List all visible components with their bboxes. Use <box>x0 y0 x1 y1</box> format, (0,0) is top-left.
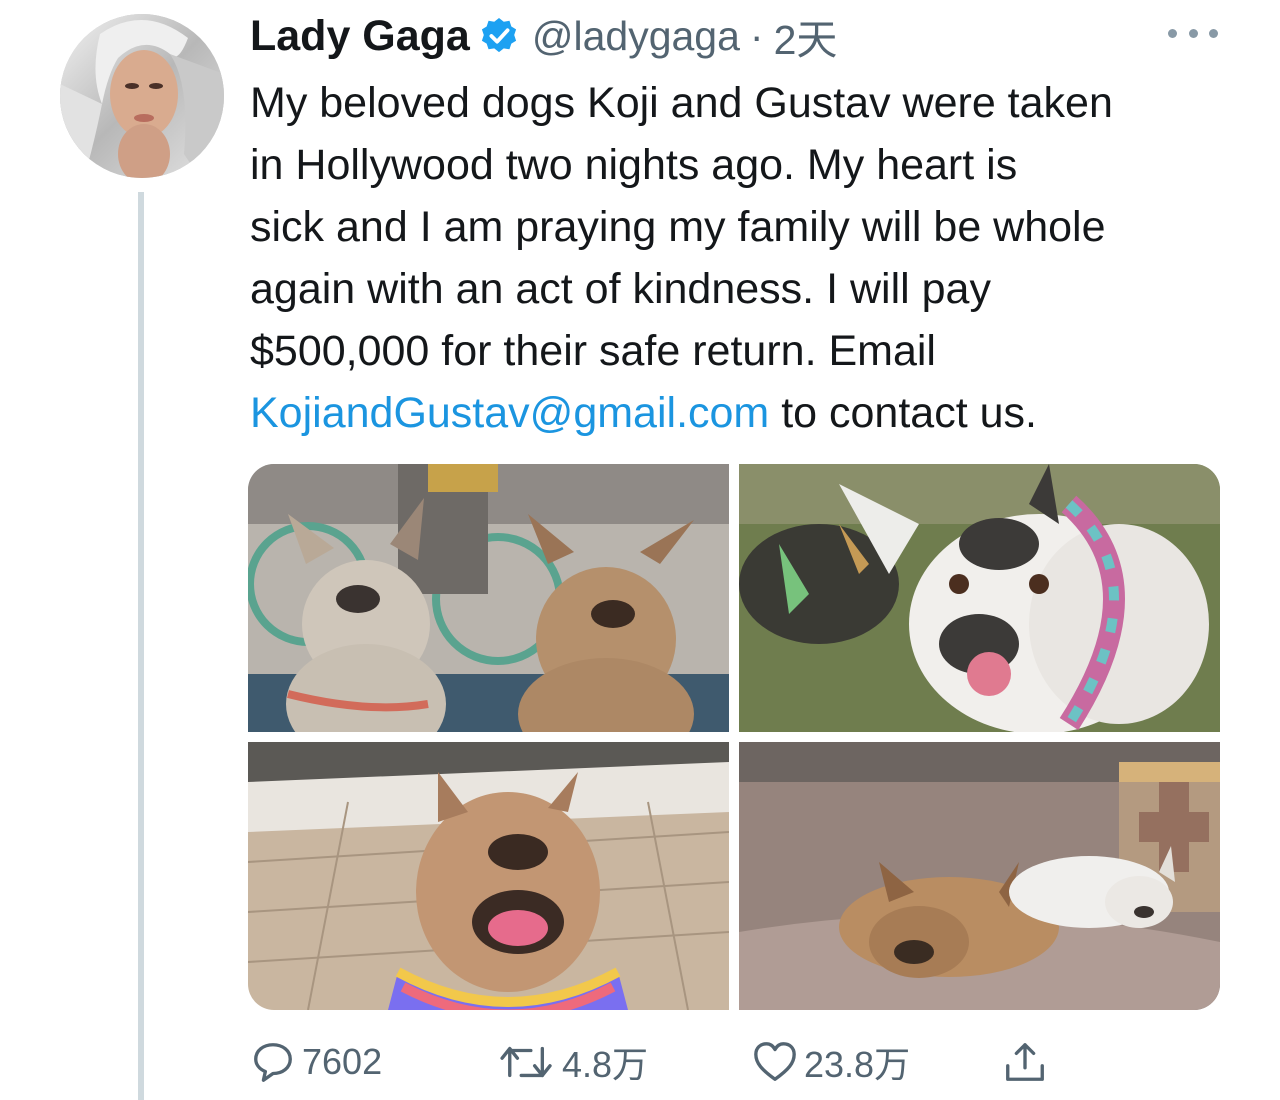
verified-badge-icon <box>480 17 518 55</box>
tweet-timestamp[interactable]: 2天 <box>774 6 838 66</box>
dog-photo-1[interactable] <box>248 464 729 732</box>
tweet[interactable]: Lady Gaga @ladygaga · 2天 My beloved dogs… <box>0 0 1280 1100</box>
author-name[interactable]: Lady Gaga <box>250 12 470 61</box>
tweet-header: Lady Gaga @ladygaga · 2天 <box>250 10 837 64</box>
tweet-text-line: sick and I am praying my family will be … <box>250 203 1106 251</box>
avatar-image <box>60 14 224 178</box>
heart-icon <box>754 1042 796 1081</box>
avatar[interactable] <box>60 14 224 178</box>
tweet-actions: 7602 4.8万 23.8万 <box>250 1036 1070 1088</box>
dog-photo-3[interactable] <box>248 742 729 1010</box>
comment-bubble-icon <box>254 1043 292 1082</box>
dog-photo-4[interactable] <box>739 742 1220 1010</box>
tweet-text-line: in Hollywood two nights ago. My heart is <box>250 141 1018 189</box>
tweet-text: My beloved dogs Koji and Gustav were tak… <box>250 72 1250 444</box>
tweet-text-line: again with an act of kindness. I will pa… <box>250 265 991 313</box>
retweet-button[interactable]: 4.8万 <box>498 1036 648 1088</box>
like-button[interactable]: 23.8万 <box>752 1036 910 1088</box>
like-count: 23.8万 <box>804 1044 911 1085</box>
reply-count: 7602 <box>302 1041 383 1082</box>
more-dots-icon[interactable] <box>1168 18 1218 48</box>
author-handle[interactable]: @ladygaga <box>532 13 740 60</box>
tweet-text-last-line: KojiandGustav@gmail.com to contact us. <box>250 382 1250 444</box>
dog-photo-2[interactable] <box>739 464 1220 732</box>
share-button[interactable] <box>1002 1036 1054 1088</box>
reply-button[interactable]: 7602 <box>250 1036 382 1088</box>
retweet-count: 4.8万 <box>562 1044 649 1085</box>
tweet-text-line: My beloved dogs Koji and Gustav were tak… <box>250 79 1113 127</box>
email-link[interactable]: KojiandGustav@gmail.com <box>250 389 769 437</box>
tweet-text-line: $500,000 for their safe return. Email <box>250 327 936 375</box>
retweet-arrows-icon <box>500 1046 552 1078</box>
separator-dot: · <box>749 12 764 59</box>
thread-line <box>138 192 144 1100</box>
tweet-text-tail: to contact us. <box>769 389 1037 437</box>
share-upload-icon <box>1006 1043 1044 1081</box>
media-grid <box>248 464 1220 1010</box>
